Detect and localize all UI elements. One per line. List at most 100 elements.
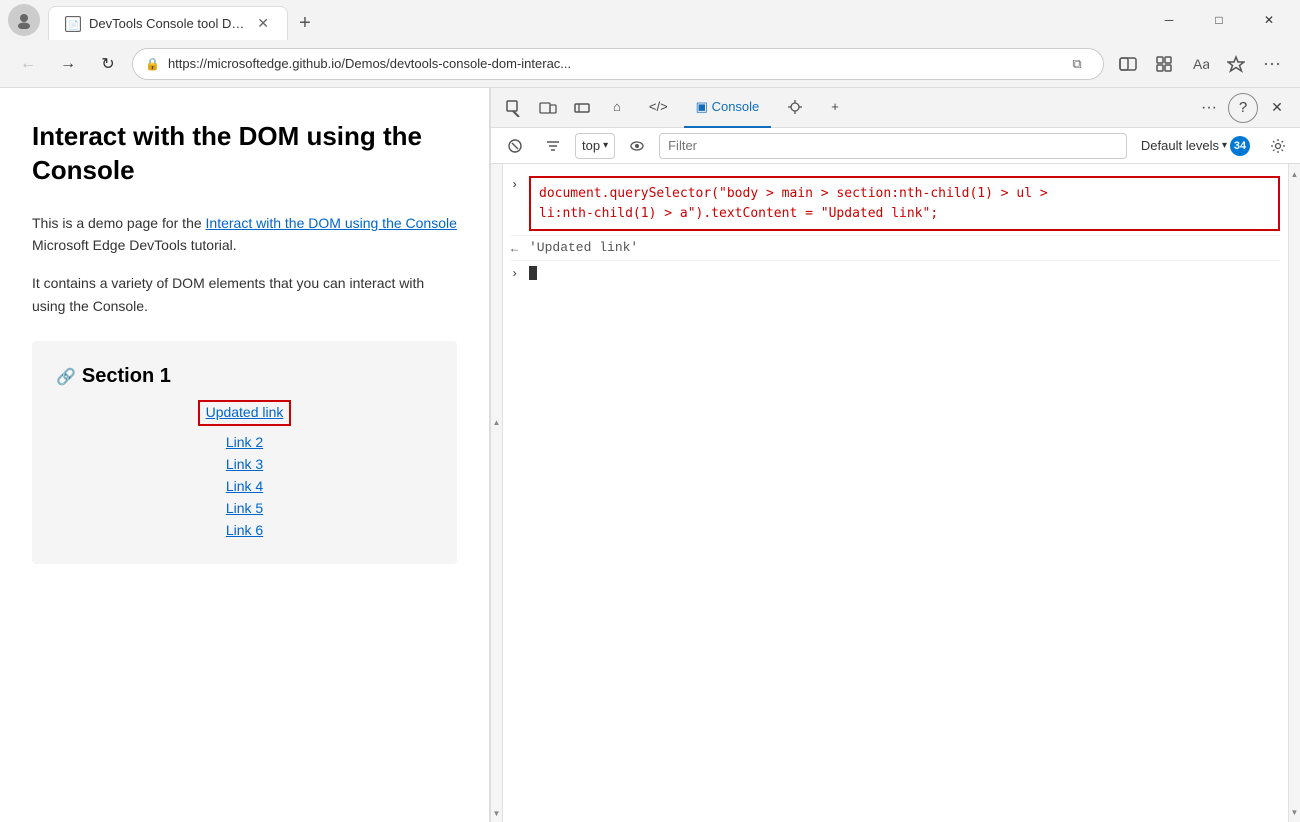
console-toolbar: top ▾ Default levels ▾ 34 (491, 128, 1300, 164)
tab-add[interactable]: + (819, 88, 851, 128)
svg-text:Aa: Aa (1193, 56, 1209, 72)
elements-icon: ⌂ (613, 99, 621, 114)
prompt-chevron-icon: › (511, 267, 523, 281)
title-bar: 📄 DevTools Console tool DOM inte ✕ + ─ □… (0, 0, 1300, 40)
console-cursor (529, 266, 537, 280)
toolbar-actions: Aa ··· (1112, 48, 1288, 80)
profile-icon[interactable] (8, 4, 40, 36)
new-tab-button[interactable]: + (288, 6, 322, 40)
bug-icon (787, 99, 803, 115)
section-anchor-icon: 🔗 (56, 367, 76, 387)
tab-elements[interactable]: ⌂ (601, 88, 633, 128)
read-aloud-button[interactable]: Aa (1184, 48, 1216, 80)
address-bar: ← → ↻ 🔒 https://microsoftedge.github.io/… (0, 40, 1300, 88)
levels-badge: 34 (1230, 136, 1250, 156)
help-button[interactable]: ? (1228, 93, 1258, 123)
url-bar[interactable]: 🔒 https://microsoftedge.github.io/Demos/… (132, 48, 1104, 80)
result-arrow-icon: ← (511, 242, 523, 256)
console-entry-result: ← 'Updated link' (511, 236, 1280, 261)
tab-sources[interactable] (775, 88, 815, 128)
tab-bar: 📄 DevTools Console tool DOM inte ✕ + (48, 0, 1138, 40)
console-entry-input: › document.querySelector("body > main > … (511, 172, 1280, 236)
para1-suffix: Microsoft Edge DevTools tutorial. (32, 237, 237, 253)
more-tools-button[interactable]: ··· (1194, 93, 1224, 123)
console-label: Console (712, 99, 760, 114)
refresh-button[interactable]: ↻ (92, 48, 124, 80)
scroll-up-arrow[interactable]: ▲ (491, 164, 502, 427)
console-command-code: document.querySelector("body > main > se… (539, 186, 1048, 221)
list-item: Link 2 (226, 434, 263, 452)
url-text: https://microsoftedge.github.io/Demos/de… (168, 56, 1055, 71)
split-screen-button[interactable]: ⧉ (1063, 50, 1091, 78)
page-content: Interact with the DOM using the Console … (0, 88, 490, 822)
console-command-box: document.querySelector("body > main > se… (529, 176, 1280, 231)
close-devtools-button[interactable]: ✕ (1262, 93, 1292, 123)
devtools-toolbar: ⌂ </> ▣ Console + ··· ? ✕ (491, 88, 1300, 128)
context-dropdown[interactable]: top ▾ (575, 133, 615, 159)
elements-panel-button[interactable] (567, 93, 597, 123)
svg-text:📄: 📄 (68, 19, 79, 30)
left-scrollbar: ▲ ▼ (491, 164, 503, 822)
tab-title: DevTools Console tool DOM inte (89, 16, 247, 31)
settings-dots-button[interactable]: ··· (1256, 48, 1288, 80)
right-scroll-up[interactable]: ▲ (1289, 164, 1300, 184)
console-result-value: 'Updated link' (529, 240, 638, 255)
collections-button[interactable] (1148, 48, 1180, 80)
list-item: Link 3 (226, 456, 263, 474)
section-heading-text: Section 1 (82, 365, 171, 388)
main-area: Interact with the DOM using the Console … (0, 88, 1300, 822)
console-prompt[interactable]: › (511, 261, 1280, 285)
page-para-2: It contains a variety of DOM elements th… (32, 272, 457, 317)
filter-input[interactable] (659, 133, 1127, 159)
link-3[interactable]: Link 3 (226, 456, 263, 472)
list-item: Link 6 (226, 522, 263, 540)
console-settings-button[interactable] (537, 133, 569, 159)
inspect-element-button[interactable] (499, 93, 529, 123)
back-button[interactable]: ← (12, 48, 44, 80)
section-links: Updated link Link 2 Link 3 Link 4 Link 5… (56, 400, 433, 540)
filter-icon (545, 138, 561, 154)
tab-console[interactable]: ▣ Console (684, 88, 772, 128)
updated-link-highlight: Updated link (198, 400, 292, 426)
window-controls: ─ □ ✕ (1146, 4, 1292, 36)
forward-button[interactable]: → (52, 48, 84, 80)
gear-icon (1270, 138, 1286, 154)
list-item: Link 5 (226, 500, 263, 518)
link-4[interactable]: Link 4 (226, 478, 263, 494)
devtools-panel: ⌂ </> ▣ Console + ··· ? ✕ (490, 88, 1300, 822)
clear-console-button[interactable] (499, 133, 531, 159)
default-levels-dropdown[interactable]: Default levels ▾ 34 (1133, 133, 1258, 159)
lock-icon: 🔒 (145, 57, 160, 71)
console-output: › document.querySelector("body > main > … (503, 164, 1288, 822)
maximize-button[interactable]: □ (1196, 4, 1242, 36)
browser-tab[interactable]: 📄 DevTools Console tool DOM inte ✕ (48, 6, 288, 40)
clear-icon (507, 138, 523, 154)
favorites-button[interactable] (1220, 48, 1252, 80)
link-5[interactable]: Link 5 (226, 500, 263, 516)
chevron-down-icon: ▾ (603, 140, 608, 151)
link-6[interactable]: Link 6 (226, 522, 263, 538)
minimize-button[interactable]: ─ (1146, 4, 1192, 36)
tutorial-link[interactable]: Interact with the DOM using the Console (206, 215, 457, 231)
eye-button[interactable] (621, 133, 653, 159)
console-gear-button[interactable] (1264, 132, 1292, 160)
updated-link[interactable]: Updated link (206, 404, 284, 420)
tab-close-button[interactable]: ✕ (255, 13, 271, 34)
close-button[interactable]: ✕ (1246, 4, 1292, 36)
chevron-down-icon-levels: ▾ (1222, 140, 1227, 151)
context-dropdown-value: top (582, 138, 600, 153)
section-heading: 🔗 Section 1 (56, 365, 433, 388)
url-actions: ⧉ (1063, 50, 1091, 78)
link-2[interactable]: Link 2 (226, 434, 263, 450)
tab-html[interactable]: </> (637, 88, 680, 128)
tab-preview-button[interactable] (1112, 48, 1144, 80)
list-item: Link 4 (226, 478, 263, 496)
eye-icon (629, 138, 645, 154)
device-emulation-button[interactable] (533, 93, 563, 123)
right-scroll-down[interactable]: ▼ (1289, 802, 1300, 822)
right-scrollbar: ▲ ▼ (1288, 164, 1300, 822)
tab-favicon: 📄 (65, 16, 81, 32)
para1-prefix: This is a demo page for the (32, 215, 206, 231)
default-levels-label: Default levels (1141, 138, 1219, 153)
scroll-down-arrow[interactable]: ▼ (491, 427, 502, 822)
